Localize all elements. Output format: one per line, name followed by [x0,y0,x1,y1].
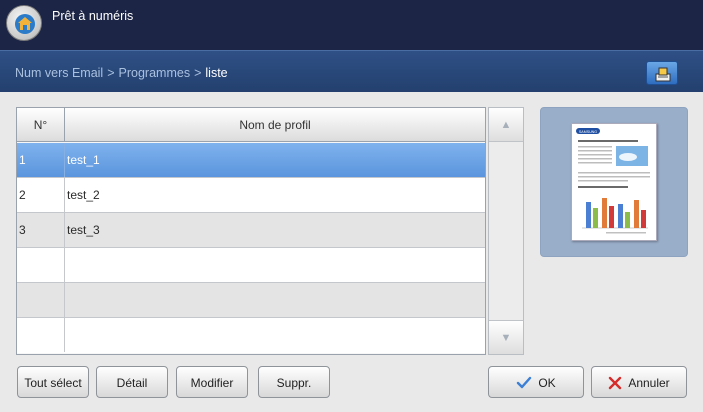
delete-label: Suppr. [276,375,312,390]
profile-table: N° Nom de profil 1 test_1 2 test_2 3 tes… [16,107,486,355]
table-header: N° Nom de profil [17,108,485,142]
cell-profile-name: test_2 [67,188,100,202]
table-row[interactable]: 1 test_1 [17,143,485,178]
document-thumbnail-graphic: SAMSUNG [576,128,650,234]
table-row[interactable]: 3 test_3 [17,213,485,248]
ok-button[interactable]: OK [488,366,584,398]
column-header-profile-name: Nom de profil [239,118,311,132]
cell-profile-name [65,283,485,317]
modify-label: Modifier [190,375,234,390]
document-preview-panel: SAMSUNG [540,107,688,257]
column-header-number: N° [17,108,65,142]
breadcrumb-item-programs[interactable]: Programmes [119,66,191,80]
cell-profile-name [65,318,485,352]
tray-button[interactable] [646,61,678,85]
table-row[interactable]: 2 test_2 [17,178,485,213]
cancel-button[interactable]: Annuler [591,366,687,398]
ok-label: OK [538,375,556,390]
check-icon [517,376,532,389]
top-bar: Prêt à numéris [0,0,703,50]
scroll-up-icon: ▲ [500,119,512,131]
breadcrumb-item-list: liste [205,66,228,80]
cell-profile-name [65,248,485,282]
table-row [17,318,485,353]
modify-button[interactable]: Modifier [176,366,248,398]
table-row [17,283,485,318]
delete-button[interactable]: Suppr. [258,366,330,398]
home-icon [15,14,35,34]
tray-icon [655,67,671,82]
scroll-down-icon: ▼ [500,332,512,344]
cell-profile-name: test_1 [67,153,100,167]
cancel-label: Annuler [628,375,670,390]
cell-number [17,283,65,317]
select-all-button[interactable]: Tout sélect [17,366,89,398]
table-scrollbar[interactable]: ▲ ▼ [488,107,524,355]
detail-label: Détail [116,375,148,390]
breadcrumb-bar: Num vers Email > Programmes > liste [0,50,703,92]
cell-number: 3 [17,213,65,247]
cell-profile-name: test_3 [67,223,100,237]
close-icon [609,376,622,390]
cell-number: 2 [17,178,65,212]
cell-number [17,318,65,352]
breadcrumb: Num vers Email > Programmes > liste [15,66,228,80]
app-title: Prêt à numéris [52,9,134,23]
scroll-up-button[interactable]: ▲ [489,108,523,142]
document-thumbnail: SAMSUNG [571,123,657,241]
detail-button[interactable]: Détail [96,366,168,398]
breadcrumb-separator: > [194,66,202,80]
scroll-down-button[interactable]: ▼ [489,320,523,354]
select-all-label: Tout sélect [24,375,82,390]
cell-number: 1 [17,143,65,177]
cell-number [17,248,65,282]
breadcrumb-item-scan-to-email[interactable]: Num vers Email [15,66,103,80]
breadcrumb-separator: > [107,66,115,80]
svg-text:SAMSUNG: SAMSUNG [579,130,597,134]
table-row [17,248,485,283]
home-button[interactable] [6,5,42,41]
